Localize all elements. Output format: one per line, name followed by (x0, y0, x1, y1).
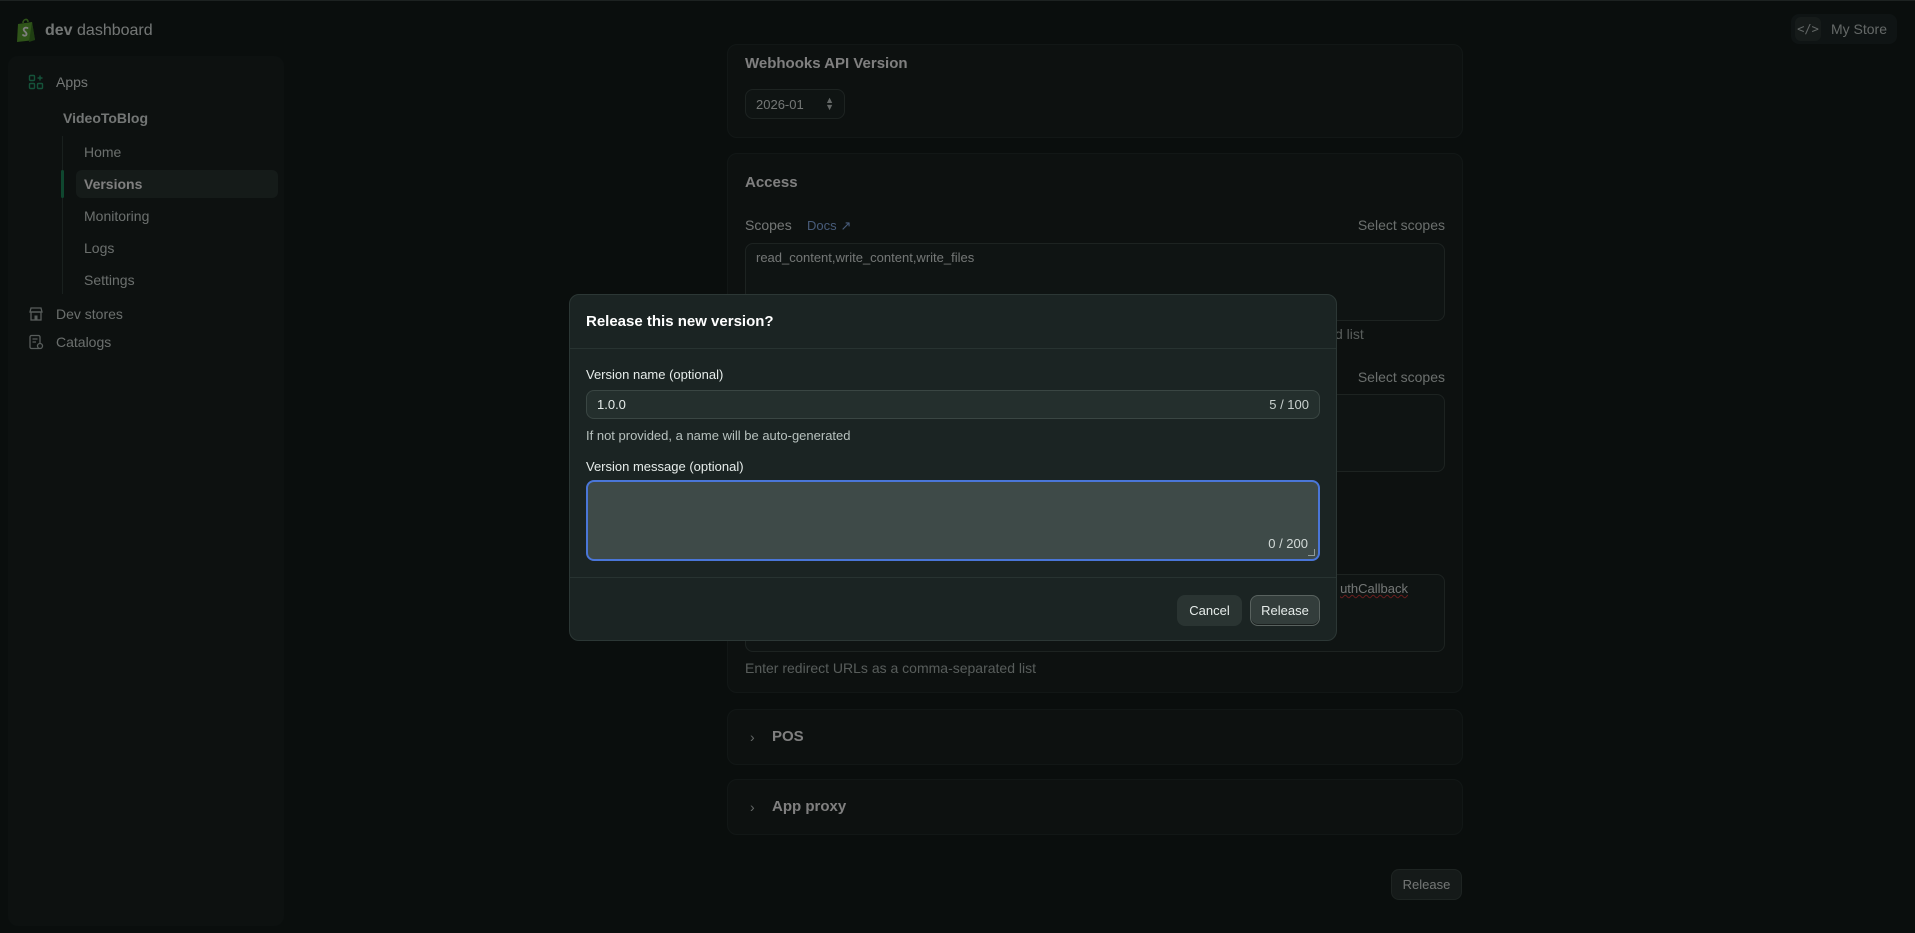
confirm-release-button[interactable]: Release (1250, 595, 1320, 626)
resize-grip-icon[interactable] (1308, 549, 1315, 556)
cancel-button[interactable]: Cancel (1177, 595, 1242, 626)
version-name-label: Version name (optional) (586, 367, 724, 382)
release-version-modal: Release this new version? Version name (… (569, 294, 1337, 641)
version-name-count: 5 / 100 (1269, 397, 1309, 412)
modal-divider (570, 348, 1336, 349)
modal-title: Release this new version? (586, 313, 774, 330)
version-name-help: If not provided, a name will be auto-gen… (586, 428, 851, 443)
version-name-value: 1.0.0 (597, 397, 626, 412)
modal-footer-divider (570, 577, 1336, 578)
version-name-input[interactable]: 1.0.0 5 / 100 (586, 390, 1320, 419)
version-message-count: 0 / 200 (1268, 536, 1308, 551)
version-message-label: Version message (optional) (586, 459, 744, 474)
version-message-textarea[interactable]: 0 / 200 (586, 480, 1320, 561)
